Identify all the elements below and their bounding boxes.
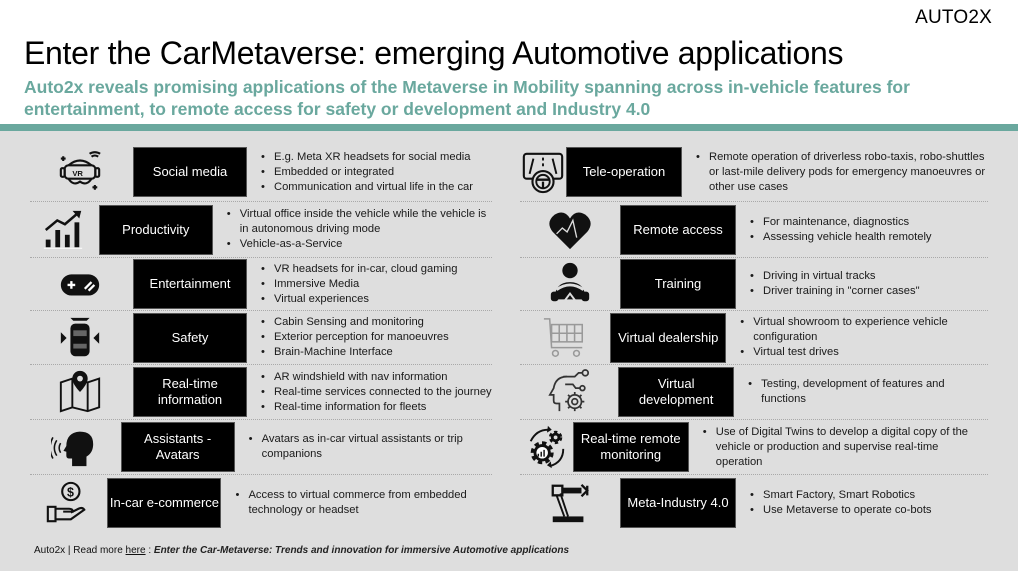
application-bullets: Driving in virtual tracksDriver training… <box>736 269 920 299</box>
bullet-item: Embedded or integrated <box>261 165 473 180</box>
bullet-item: Use of Digital Twins to develop a digita… <box>703 425 988 470</box>
gears-cycle-icon <box>520 420 573 474</box>
steering-screen-icon <box>520 143 566 201</box>
application-row: Virtual dealership Virtual showroom to ex… <box>520 311 988 365</box>
application-label: Real-time information <box>133 367 247 417</box>
bullet-item: Exterior perception for manoeuvres <box>261 330 449 345</box>
bullet-item: Virtual showroom to experience vehicle c… <box>740 315 988 345</box>
speaking-head-icon <box>30 420 118 474</box>
application-row: Assistants - Avatars Avatars as in-car vi… <box>30 420 492 475</box>
head-gear-circuit-icon <box>520 365 618 419</box>
read-more-link[interactable]: here <box>126 545 146 556</box>
bullet-item: Virtual test drives <box>740 345 988 360</box>
heart-pulse-icon <box>520 202 620 257</box>
bullet-item: Access to virtual commerce from embedded… <box>235 488 492 518</box>
bullet-item: Vehicle-as-a-Service <box>227 237 492 252</box>
bullet-item: Communication and virtual life in the ca… <box>261 180 473 195</box>
page-subtitle: Auto2x reveals promising applications of… <box>24 77 910 119</box>
bullet-item: Cabin Sensing and monitoring <box>261 315 449 330</box>
application-row: $ In-car e-commerce Access to virtual comm… <box>30 475 492 531</box>
footer: Auto2x | Read more here : Enter the Car-… <box>34 545 569 556</box>
application-label: Meta-Industry 4.0 <box>620 478 736 528</box>
robot-arm-icon <box>520 475 620 531</box>
bullet-item: Smart Factory, Smart Robotics <box>750 488 932 503</box>
application-label: Training <box>620 259 736 309</box>
bullet-item: Virtual experiences <box>261 292 457 307</box>
application-row: Productivity Virtual office inside the ve… <box>30 202 492 258</box>
application-bullets: Remote operation of driverless robo-taxi… <box>682 150 988 195</box>
svg-text:$: $ <box>67 485 74 499</box>
application-row: Real-time informationAR windshield with … <box>30 365 492 420</box>
footer-prefix: Auto2x | Read more <box>34 545 126 556</box>
application-row: Real-time remote monitoring Use of Digita… <box>520 420 988 475</box>
application-label: Remote access <box>620 204 736 255</box>
hand-dollar-icon: $ <box>30 475 104 531</box>
bullet-item: Brain-Machine Interface <box>261 345 449 360</box>
bullet-item: Real-time information for fleets <box>261 400 492 415</box>
application-row: Meta-Industry 4.0Smart Factory, Smart Ro… <box>520 475 988 531</box>
application-label: Tele-operation <box>566 147 682 197</box>
accent-band <box>0 124 1018 131</box>
bullet-item: VR headsets for in-car, cloud gaming <box>261 262 457 277</box>
application-label: Productivity <box>98 204 213 255</box>
application-bullets: Virtual showroom to experience vehicle c… <box>726 315 988 360</box>
bullet-item: Use Metaverse to operate co-bots <box>750 503 932 518</box>
growth-chart-icon <box>30 202 96 257</box>
application-bullets: Smart Factory, Smart RoboticsUse Metaver… <box>736 488 932 518</box>
application-bullets: Avatars as in-car virtual assistants or … <box>235 432 492 462</box>
page-title: Enter the CarMetaverse: emerging Automot… <box>24 35 844 71</box>
application-bullets: Access to virtual commerce from embedded… <box>221 488 492 518</box>
application-row: VRSocial mediaE.g. Meta XR headsets for … <box>30 143 492 202</box>
application-row: Remote accessFor maintenance, diagnostic… <box>520 202 988 258</box>
bullet-item: Testing, development of features and fun… <box>748 377 988 407</box>
bullet-item: Virtual office inside the vehicle while … <box>227 207 492 237</box>
bullet-item: E.g. Meta XR headsets for social media <box>261 150 473 165</box>
gamepad-icon <box>30 258 130 310</box>
right-margin <box>1018 0 1024 571</box>
application-row: Tele-operation Remote operation of driver… <box>520 143 988 202</box>
application-bullets: VR headsets for in-car, cloud gamingImme… <box>247 262 457 307</box>
application-row: EntertainmentVR headsets for in-car, clo… <box>30 258 492 311</box>
bullet-item: For maintenance, diagnostics <box>750 215 932 230</box>
footer-separator: : <box>145 545 154 556</box>
application-row: SafetyCabin Sensing and monitoringExteri… <box>30 311 492 365</box>
shopping-cart-icon <box>520 311 610 364</box>
application-bullets: E.g. Meta XR headsets for social mediaEm… <box>247 150 473 195</box>
bullet-item: Driver training in "corner cases" <box>750 284 920 299</box>
car-sensing-icon <box>30 311 130 364</box>
application-label: Social media <box>133 147 247 197</box>
right-column: Tele-operation Remote operation of driver… <box>520 143 988 531</box>
application-row: TrainingDriving in virtual tracksDriver … <box>520 258 988 311</box>
application-label: In-car e-commerce <box>107 478 222 528</box>
left-column: VRSocial mediaE.g. Meta XR headsets for … <box>30 143 492 531</box>
application-bullets: For maintenance, diagnosticsAssessing ve… <box>736 215 932 245</box>
application-label: Safety <box>133 312 247 363</box>
application-bullets: Cabin Sensing and monitoringExterior per… <box>247 315 449 360</box>
application-label: Real-time remote monitoring <box>572 422 689 472</box>
article-title: Enter the Car-Metaverse: Trends and inno… <box>153 545 569 556</box>
driver-icon <box>520 258 620 310</box>
bullet-item: Driving in virtual tracks <box>750 269 920 284</box>
bullet-item: Assessing vehicle health remotely <box>750 230 932 245</box>
bullet-item: Real-time services connected to the jour… <box>261 385 492 400</box>
vr-headset-icon: VR <box>30 143 130 201</box>
application-label: Virtual development <box>618 367 735 417</box>
bullet-item: Remote operation of driverless robo-taxi… <box>696 150 988 195</box>
application-bullets: AR windshield with nav informationReal-t… <box>247 370 492 415</box>
brand-logo: AUTO2X <box>915 7 992 28</box>
bullet-item: Immersive Media <box>261 277 457 292</box>
application-label: Virtual dealership <box>610 312 727 363</box>
map-pin-icon <box>30 365 130 419</box>
svg-text:VR: VR <box>72 169 83 178</box>
application-label: Entertainment <box>133 259 247 309</box>
application-label: Assistants - Avatars <box>120 422 235 472</box>
bullet-item: Avatars as in-car virtual assistants or … <box>249 432 492 462</box>
bullet-item: AR windshield with nav information <box>261 370 492 385</box>
application-row: Virtual development Testing, development … <box>520 365 988 420</box>
application-bullets: Use of Digital Twins to develop a digita… <box>689 425 988 470</box>
application-bullets: Virtual office inside the vehicle while … <box>213 207 492 252</box>
application-bullets: Testing, development of features and fun… <box>734 377 988 407</box>
